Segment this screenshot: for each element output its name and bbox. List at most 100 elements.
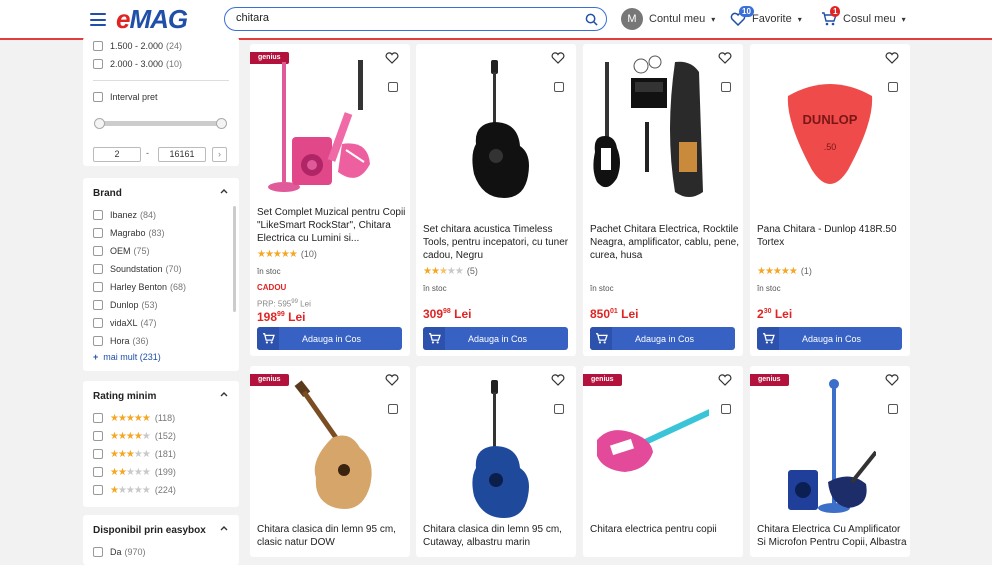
search-input[interactable] xyxy=(236,12,576,24)
heart-icon[interactable] xyxy=(885,52,899,64)
heart-icon[interactable] xyxy=(385,374,399,386)
brand-option[interactable]: Soundstation (70) xyxy=(83,260,239,278)
price-range-option[interactable]: 2.000 - 3.000 (10) xyxy=(83,55,239,73)
easybox-option[interactable]: Da (970) xyxy=(83,543,239,561)
heart-icon[interactable] xyxy=(385,52,399,64)
checkbox[interactable] xyxy=(93,246,103,256)
product-image-acoustic-guitar[interactable] xyxy=(424,52,542,200)
heart-icon[interactable] xyxy=(718,52,732,64)
brand-filter-title[interactable]: Brand xyxy=(83,178,239,206)
rating-option[interactable]: ★★★★★ (118) xyxy=(83,409,239,427)
checkbox[interactable] xyxy=(93,449,103,459)
compare-checkbox[interactable] xyxy=(888,404,898,414)
checkbox[interactable] xyxy=(93,228,103,238)
chevron-up-icon[interactable] xyxy=(219,523,229,533)
product-card[interactable]: Pachet Chitara Electrica, Rocktile Neagr… xyxy=(583,44,743,356)
rating-option[interactable]: ★★★ ★★ (181) xyxy=(83,445,239,463)
checkbox[interactable] xyxy=(93,282,103,292)
heart-icon[interactable] xyxy=(718,374,732,386)
brand-option[interactable]: Harley Benton (68) xyxy=(83,278,239,296)
product-title[interactable]: Chitara clasica din lemn 95 cm, clasic n… xyxy=(257,523,407,549)
product-title[interactable]: Chitara electrica pentru copii xyxy=(590,523,740,536)
heart-icon[interactable] xyxy=(551,52,565,64)
rating-option[interactable]: ★★★★ ★ (152) xyxy=(83,427,239,445)
checkbox[interactable] xyxy=(93,318,103,328)
price-max-input[interactable]: 16161 xyxy=(158,147,206,162)
checkbox[interactable] xyxy=(93,547,103,557)
brand-option[interactable]: vidaXL (47) xyxy=(83,314,239,332)
search-bar[interactable] xyxy=(224,7,607,31)
price-slider-min-handle[interactable] xyxy=(94,118,105,129)
search-icon[interactable] xyxy=(585,13,598,26)
product-title[interactable]: Pana Chitara - Dunlop 418R.50 Tortex xyxy=(757,223,907,249)
rating-option[interactable]: ★★ ★★★ (199) xyxy=(83,463,239,481)
product-card[interactable]: genius Chitara clasica din lemn 95 cm, c… xyxy=(250,366,410,557)
checkbox[interactable] xyxy=(93,413,103,423)
product-card[interactable]: genius Chitara electrica pentru copii xyxy=(583,366,743,557)
brand-option[interactable]: Hora (36) xyxy=(83,332,239,350)
chevron-up-icon[interactable] xyxy=(219,389,229,399)
rating-filter-title[interactable]: Rating minim xyxy=(83,381,239,409)
checkbox[interactable] xyxy=(93,264,103,274)
easybox-filter-title[interactable]: Disponibil prin easybox xyxy=(83,515,239,543)
price-min-input[interactable]: 2 xyxy=(93,147,141,162)
brand-option[interactable]: OEM (75) xyxy=(83,242,239,260)
account-menu[interactable]: M Contul meu ▾ xyxy=(621,8,715,30)
product-title[interactable]: Pachet Chitara Electrica, Rocktile Neagr… xyxy=(590,223,740,262)
price-slider-max-handle[interactable] xyxy=(216,118,227,129)
checkbox[interactable] xyxy=(93,336,103,346)
checkbox[interactable] xyxy=(93,300,103,310)
compare-checkbox[interactable] xyxy=(554,404,564,414)
add-to-cart-button[interactable]: Adauga in Cos xyxy=(757,327,902,350)
compare-checkbox[interactable] xyxy=(721,404,731,414)
add-to-cart-button[interactable]: Adauga in Cos xyxy=(423,327,568,350)
price-slider-track[interactable] xyxy=(97,121,221,126)
product-card[interactable]: Chitara clasica din lemn 95 cm, Cutaway,… xyxy=(416,366,576,557)
chevron-up-icon[interactable] xyxy=(219,186,229,196)
show-more-brands-link[interactable]: + mai mult (231) xyxy=(93,352,161,362)
brand-option[interactable]: Dunlop (53) xyxy=(83,296,239,314)
product-image-cutaway-guitar-blue[interactable] xyxy=(424,374,542,522)
compare-checkbox[interactable] xyxy=(388,404,398,414)
product-title[interactable]: Set chitara acustica Timeless Tools, pen… xyxy=(423,223,573,262)
product-title[interactable]: Chitara clasica din lemn 95 cm, Cutaway,… xyxy=(423,523,573,549)
product-card[interactable]: Set chitara acustica Timeless Tools, pen… xyxy=(416,44,576,356)
compare-checkbox[interactable] xyxy=(721,82,731,92)
checkbox[interactable] xyxy=(93,41,103,51)
compare-checkbox[interactable] xyxy=(888,82,898,92)
product-image-electric-guitar-pack[interactable] xyxy=(591,52,709,200)
product-image-kids-music-set[interactable] xyxy=(258,52,376,200)
rating-option[interactable]: ★ ★★★★ (224) xyxy=(83,481,239,499)
cart-menu[interactable]: 1 Cosul meu ▾ xyxy=(821,6,906,26)
brand-option[interactable]: Ibanez (84) xyxy=(83,206,239,224)
add-to-cart-button[interactable]: Adauga in Cos xyxy=(590,327,735,350)
checkbox[interactable] xyxy=(93,92,103,102)
favorites-menu[interactable]: 10 Favorite ▾ xyxy=(730,6,802,26)
menu-hamburger-icon[interactable] xyxy=(90,13,106,26)
product-card[interactable]: genius Set Complet Muzical pentru Copii … xyxy=(250,44,410,356)
checkbox[interactable] xyxy=(93,431,103,441)
product-image-kids-electric-guitar-blue-set[interactable] xyxy=(758,374,876,522)
scrollbar[interactable] xyxy=(233,206,236,312)
heart-icon[interactable] xyxy=(885,374,899,386)
checkbox[interactable] xyxy=(93,467,103,477)
chevron-right-icon[interactable]: › xyxy=(212,147,227,162)
compare-checkbox[interactable] xyxy=(388,82,398,92)
compare-checkbox[interactable] xyxy=(554,82,564,92)
product-image-kids-electric-guitar[interactable] xyxy=(591,374,709,522)
heart-icon[interactable] xyxy=(551,374,565,386)
product-title[interactable]: Chitara Electrica Cu Amplificator Si Mic… xyxy=(757,523,907,549)
product-card[interactable]: DUNLOP .50 Pana Chitara - Dunlop 418R.50… xyxy=(750,44,910,356)
product-card[interactable]: genius Chitara Electrica Cu Amplificator… xyxy=(750,366,910,557)
add-to-cart-button[interactable]: Adauga in Cos xyxy=(257,327,402,350)
product-image-guitar-pick[interactable]: DUNLOP .50 xyxy=(758,52,876,200)
interval-price-option[interactable]: Interval pret xyxy=(83,88,239,106)
checkbox[interactable] xyxy=(93,210,103,220)
brand-option[interactable]: Magrabo (83) xyxy=(83,224,239,242)
price-range-option[interactable]: 1.500 - 2.000 (24) xyxy=(83,37,239,55)
emag-logo[interactable]: eMAG xyxy=(116,4,188,35)
checkbox[interactable] xyxy=(93,485,103,495)
product-title[interactable]: Set Complet Muzical pentru Copii "LikeSm… xyxy=(257,206,407,245)
product-image-classic-guitar-natural[interactable] xyxy=(258,374,376,522)
checkbox[interactable] xyxy=(93,59,103,69)
